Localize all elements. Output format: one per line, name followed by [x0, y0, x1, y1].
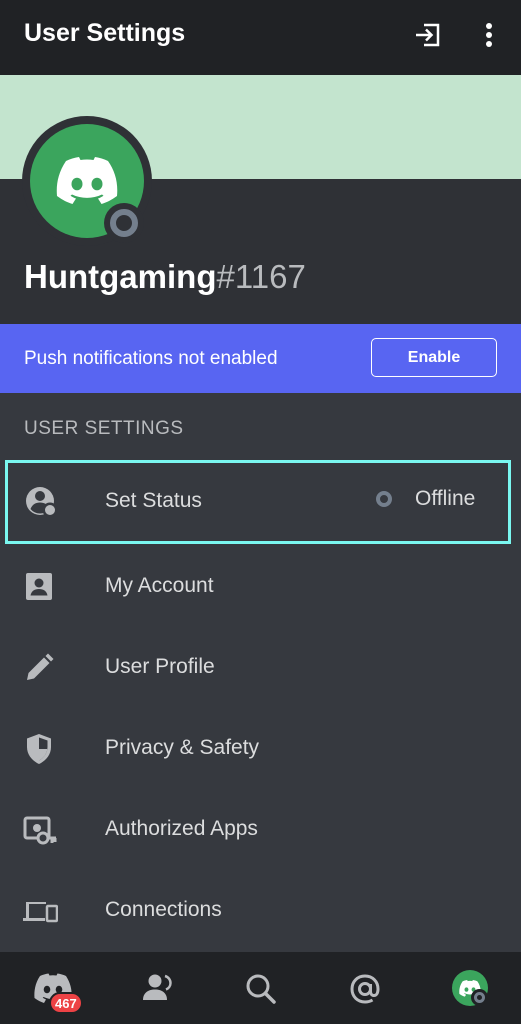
push-message: Push notifications not enabled	[24, 348, 278, 369]
authorized-apps-label: Authorized Apps	[105, 817, 258, 840]
enable-button[interactable]: Enable	[371, 338, 497, 377]
authorized-apps-item[interactable]: Authorized Apps	[0, 789, 521, 870]
nav-status-indicator	[471, 989, 488, 1006]
status-value: Offline	[376, 487, 475, 511]
username: Huntgaming#1167	[24, 258, 306, 296]
pencil-icon	[22, 651, 58, 685]
shield-icon	[22, 732, 58, 766]
bottom-nav: 467	[0, 952, 521, 1024]
username-text: Huntgaming	[24, 258, 217, 295]
connections-label: Connections	[105, 898, 222, 921]
section-header: USER SETTINGS	[24, 418, 184, 439]
more-vertical-icon[interactable]	[476, 19, 502, 51]
account-card-icon	[22, 570, 58, 604]
my-account-item[interactable]: My Account	[0, 546, 521, 627]
devices-icon	[22, 894, 59, 928]
user-profile-label: User Profile	[105, 655, 215, 678]
set-status-label: Set Status	[105, 489, 202, 512]
status-person-icon	[25, 485, 61, 519]
offline-status-icon	[376, 491, 392, 507]
connections-item[interactable]: Connections	[0, 870, 521, 951]
user-profile-item[interactable]: User Profile	[0, 627, 521, 708]
discriminator: #1167	[216, 258, 306, 295]
my-account-label: My Account	[105, 574, 214, 597]
friends-icon[interactable]	[138, 970, 178, 1008]
push-notification-banner: Push notifications not enabled Enable	[0, 324, 521, 393]
status-text: Offline	[415, 487, 476, 510]
top-bar: User Settings	[0, 0, 521, 75]
notification-badge: 467	[49, 992, 83, 1014]
search-icon[interactable]	[241, 970, 281, 1008]
privacy-safety-label: Privacy & Safety	[105, 736, 260, 759]
mention-icon[interactable]	[345, 970, 385, 1008]
key-app-icon	[22, 813, 58, 847]
privacy-safety-item[interactable]: Privacy & Safety	[0, 708, 521, 789]
page-title: User Settings	[24, 19, 186, 47]
status-indicator	[104, 203, 144, 243]
set-status-item[interactable]: Set Status Offline	[5, 460, 511, 544]
logout-icon[interactable]	[412, 19, 444, 51]
